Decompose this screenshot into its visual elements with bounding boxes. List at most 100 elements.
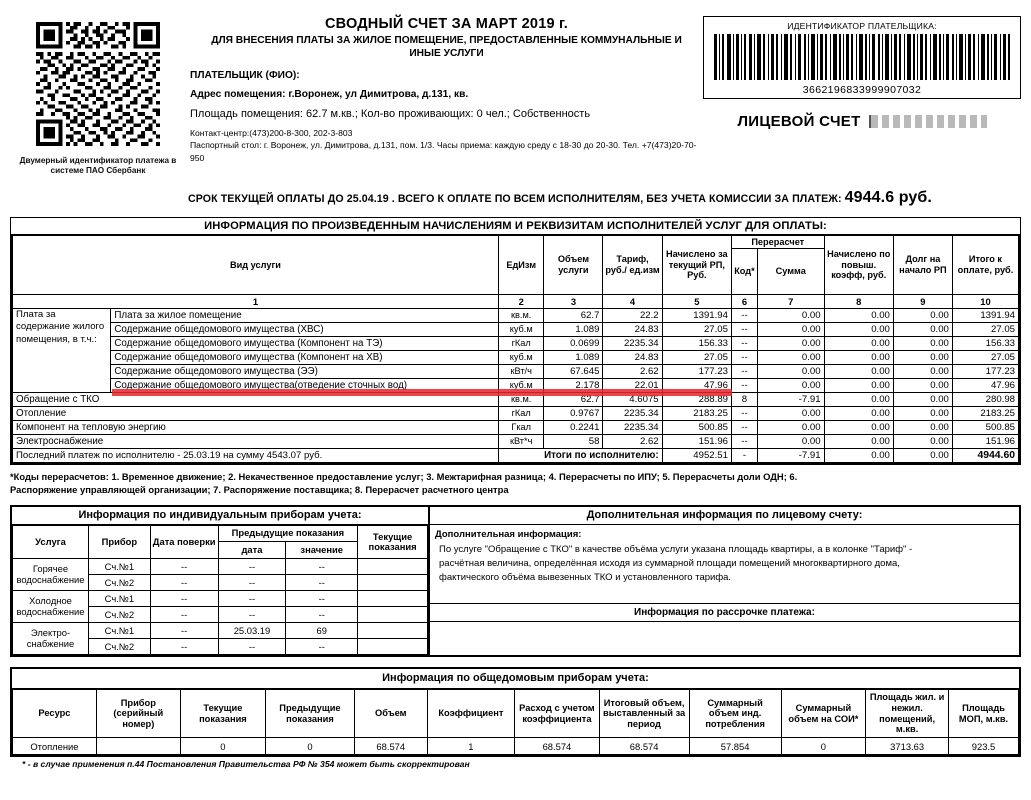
charges-cell-total: 27.05 <box>951 321 1020 337</box>
ipu-cell-current[interactable] <box>357 638 428 656</box>
odpu-cell-ind_volume: 57.854 <box>688 737 782 756</box>
personal-account-label: ЛИЦЕВОЙ СЧЕТ <box>737 113 861 130</box>
charges-cell-tariff: 2235.34 <box>602 419 663 435</box>
ipu-cell-current[interactable] <box>357 622 428 640</box>
qr-code-icon <box>36 22 160 146</box>
ipu-service-name: Холодное водоснабжение <box>12 590 89 624</box>
odpu-cell-soi_volume: 0 <box>780 737 867 756</box>
odpu-cell-billed_volume: 68.574 <box>598 737 690 756</box>
charges-cell-accrued: 2183.25 <box>661 405 732 421</box>
additional-info-panel: Дополнительная информация по лицевому сч… <box>430 505 1021 658</box>
charges-table-body: Плата за содержание жилого помещения, в … <box>11 307 1020 463</box>
totals-code: - <box>730 447 758 463</box>
charges-cell-debt: 0.00 <box>892 335 953 351</box>
charges-cell-volume: 0.2241 <box>543 419 604 435</box>
charges-cell-code: -- <box>730 405 758 421</box>
charges-cell-coeff: 0.00 <box>823 391 894 407</box>
charges-cell-debt: 0.00 <box>892 321 953 337</box>
charges-cell-sum: 0.00 <box>756 405 825 421</box>
charges-cell-accrued: 500.85 <box>661 419 732 435</box>
premises-address: Адрес помещения: г.Воронеж, ул Димитрова… <box>190 88 469 100</box>
ipu-cell-current[interactable] <box>357 590 428 608</box>
table-row: Электро- снабжение Сч.№1 -- 25.03.19 69 <box>12 622 428 656</box>
installment-info-title: Информация по рассрочке платежа: <box>430 603 1019 623</box>
recalculation-codes-note: *Коды перерасчетов: 1. Временное движени… <box>10 470 1021 497</box>
table-row: Отопление 0 0 68.574 1 68.574 68.574 57.854 0 371… <box>12 737 1019 756</box>
ipu-cell-prev_date: -- <box>217 606 287 624</box>
ipu-cell-prev_value: -- <box>285 574 359 592</box>
charges-cell-volume: 67.645 <box>543 363 604 379</box>
odpu-cell-consumption: 68.574 <box>514 737 600 756</box>
charges-cell-sum: 0.00 <box>756 377 825 393</box>
charges-cell-coeff: 0.00 <box>823 405 894 421</box>
th-ipu-device: Прибор <box>87 525 151 560</box>
ipu-cell-prev_date: -- <box>217 590 287 608</box>
charges-cell-accrued: 177.23 <box>661 363 732 379</box>
codes-note-line1: *Коды перерасчетов: 1. Временное движени… <box>10 470 798 482</box>
odpu-cell-resource: Отопление <box>12 737 97 756</box>
ipu-header-row: Услуга Прибор Дата поверки Предыдущие по… <box>12 525 428 560</box>
ipu-cell-prev_date: -- <box>217 638 287 656</box>
table-row: Содержание общедомового имущества (Компо… <box>13 335 1020 351</box>
ipu-cell-device: Сч.№1 <box>87 622 151 640</box>
colnum-1: 1 <box>12 293 499 309</box>
th-odpu-device: Прибор (серийный номер) <box>95 689 181 739</box>
ipu-cell-prev_date: 25.03.19 <box>217 622 287 640</box>
th-odpu-billed-volume: Итоговый объем, выставленный за период <box>598 689 690 739</box>
payment-term-line: СРОК ТЕКУЩЕЙ ОПЛАТЫ ДО 25.04.19 . ВСЕГО … <box>188 189 1019 207</box>
totals-sum: -7.91 <box>756 447 825 463</box>
additional-info-line1: По услуге "Обращение с ТКО" в качестве о… <box>439 543 913 555</box>
charges-column-numbers-row: 1 2 3 4 5 6 7 8 9 10 <box>12 293 1020 309</box>
odpu-cell-device <box>95 737 181 756</box>
table-row: Электроснабжение кВт*ч 58 2.62 151.96 -- 0.00 0… <box>12 433 1020 449</box>
charges-totals-row: Последний платеж по исполнителю - 25.03.… <box>12 447 1020 463</box>
charges-cell-code: -- <box>730 433 758 449</box>
ipu-cell-current[interactable] <box>357 606 428 624</box>
charges-cell-unit: кв.м. <box>497 391 545 407</box>
charges-cell-tariff: 22.2 <box>602 307 663 323</box>
payer-label: ПЛАТЕЛЬЩИК (ФИО): <box>190 69 300 81</box>
ipu-cell-current[interactable] <box>357 574 428 592</box>
barcode-title: ИДЕНТИФИКАТОР ПЛАТЕЛЬЩИКА: <box>787 21 937 31</box>
th-recalc-group: Перерасчет <box>730 234 825 249</box>
ipu-cell-check_date: -- <box>149 622 219 640</box>
table-row: Содержание общедомового имущества (ЭЭ) кВ… <box>13 363 1020 379</box>
charges-header-row: Вид услуги ЕдИзм Объем услуги Тариф, руб… <box>12 234 1020 295</box>
th-odpu-soi-volume: Суммарный объем на СОИ* <box>780 689 867 739</box>
charges-cell-coeff: 0.00 <box>823 335 894 351</box>
charges-service-name: Содержание общедомового имущества (ЭЭ) <box>110 363 499 379</box>
colnum-9: 9 <box>892 293 953 309</box>
charges-cell-tariff: 2.62 <box>602 433 663 449</box>
ipu-cell-check_date: -- <box>149 590 219 608</box>
ipu-cell-device: Сч.№1 <box>87 590 151 608</box>
th-odpu-current: Текущие показания <box>179 689 267 739</box>
th-accrued: Начислено за текущий РП, Руб. <box>661 234 732 295</box>
th-odpu-previous: Предыдущие показания <box>265 689 355 739</box>
charges-service-name: Содержание общедомового имущества (Компо… <box>110 349 499 365</box>
charges-cell-sum: 0.00 <box>756 419 825 435</box>
additional-info-line3: фактического объёма вывезенных ТКО и уст… <box>439 572 732 584</box>
charges-cell-total: 151.96 <box>951 433 1020 449</box>
charges-table: Вид услуги ЕдИзм Объем услуги Тариф, руб… <box>11 234 1020 463</box>
header-area: Двумерный идентификатор платежа в систем… <box>0 0 1031 177</box>
th-odpu-resource: Ресурс <box>12 689 97 739</box>
charges-cell-code: 8 <box>730 391 758 407</box>
document-subtitle: ДЛЯ ВНЕСЕНИЯ ПЛАТЫ ЗА ЖИЛОЕ ПОМЕЩЕНИЕ, П… <box>211 35 682 59</box>
charges-cell-unit: гКал <box>497 335 545 351</box>
charges-cell-accrued: 47.96 <box>661 377 732 393</box>
charges-cell-accrued: 156.33 <box>661 335 732 351</box>
charges-cell-coeff: 0.00 <box>823 363 894 379</box>
additional-info-body: Дополнительная информация: По услуге "Об… <box>430 525 1019 603</box>
utility-bill-page: Двумерный идентификатор платежа в систем… <box>0 0 1031 800</box>
th-odpu-ind-volume: Суммарный объем инд. потребления <box>688 689 782 739</box>
ipu-cell-current[interactable] <box>357 558 428 576</box>
odpu-header-row: Ресурс Прибор (серийный номер) Текущие п… <box>12 689 1019 739</box>
contact-center-line: Контакт-центр:(473)200-8-300, 202-3-803 <box>190 127 353 138</box>
charges-cell-volume: 58 <box>543 433 604 449</box>
charges-cell-total: 2183.25 <box>951 405 1020 421</box>
odpu-cell-coefficient: 1 <box>426 737 516 756</box>
colnum-5: 5 <box>661 293 732 309</box>
th-recalc-sum: Сумма <box>756 247 825 295</box>
charges-cell-unit: Гкал <box>497 419 545 435</box>
additional-info-title: Дополнительная информация по лицевому сч… <box>430 507 1019 526</box>
